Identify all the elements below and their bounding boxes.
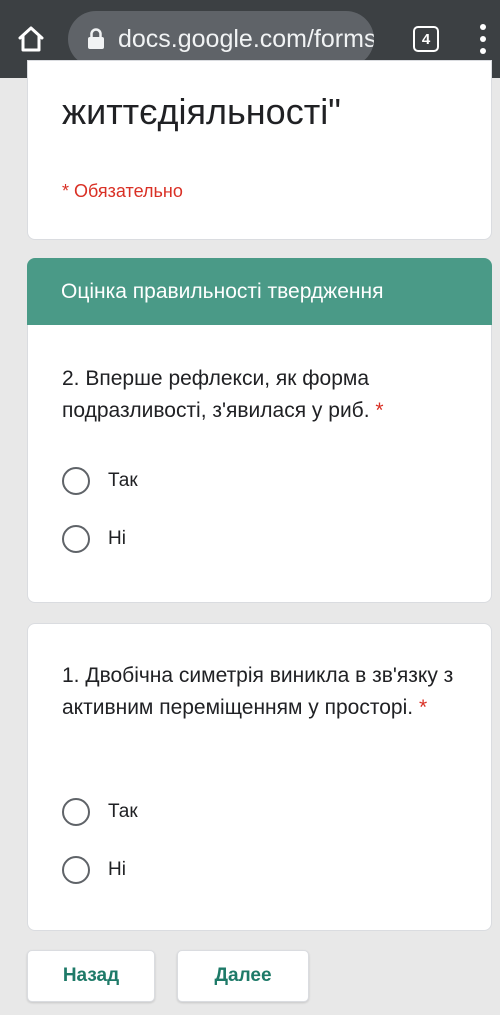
radio-button[interactable] bbox=[62, 856, 90, 884]
radio-option-yes[interactable]: Так bbox=[62, 461, 138, 501]
option-label: Так bbox=[108, 801, 138, 822]
question-card: 2. Вперше рефлекси, як форма подразливос… bbox=[27, 325, 492, 603]
next-button[interactable]: Далее bbox=[177, 950, 309, 1002]
required-note: * Обязательно bbox=[62, 181, 183, 201]
radio-button[interactable] bbox=[62, 525, 90, 553]
form-title-card: життєдіяльності" * Обязательно bbox=[27, 60, 492, 240]
radio-button[interactable] bbox=[62, 467, 90, 495]
tab-count-icon: 4 bbox=[413, 26, 439, 52]
question-label: 2. Вперше рефлекси, як форма подразливос… bbox=[62, 367, 370, 422]
form-title: життєдіяльності" bbox=[62, 91, 341, 132]
question-text: 1. Двобічна симетрія виникла в зв'язку з… bbox=[62, 660, 472, 724]
question-card: 1. Двобічна симетрія виникла в зв'язку з… bbox=[27, 623, 492, 931]
question-label: 1. Двобічна симетрія виникла в зв'язку з… bbox=[62, 664, 454, 719]
question-text: 2. Вперше рефлекси, як форма подразливос… bbox=[62, 363, 472, 427]
option-label: Ні bbox=[108, 528, 126, 549]
option-label: Так bbox=[108, 470, 138, 491]
required-star: * bbox=[418, 696, 428, 719]
url-text: docs.google.com/forms bbox=[118, 24, 374, 53]
radio-option-no[interactable]: Ні bbox=[62, 850, 126, 890]
address-bar[interactable]: docs.google.com/forms bbox=[68, 11, 374, 67]
section-title: Оцінка правильності твердження bbox=[61, 280, 384, 303]
radio-option-yes[interactable]: Так bbox=[62, 792, 138, 832]
lock-icon bbox=[88, 28, 104, 49]
required-star: * bbox=[375, 399, 384, 422]
back-button[interactable]: Назад bbox=[27, 950, 155, 1002]
radio-button[interactable] bbox=[62, 798, 90, 826]
section-header: Оцінка правильності твердження bbox=[27, 258, 492, 326]
option-label: Ні bbox=[108, 859, 126, 880]
radio-option-no[interactable]: Ні bbox=[62, 519, 126, 559]
home-icon bbox=[18, 26, 44, 52]
